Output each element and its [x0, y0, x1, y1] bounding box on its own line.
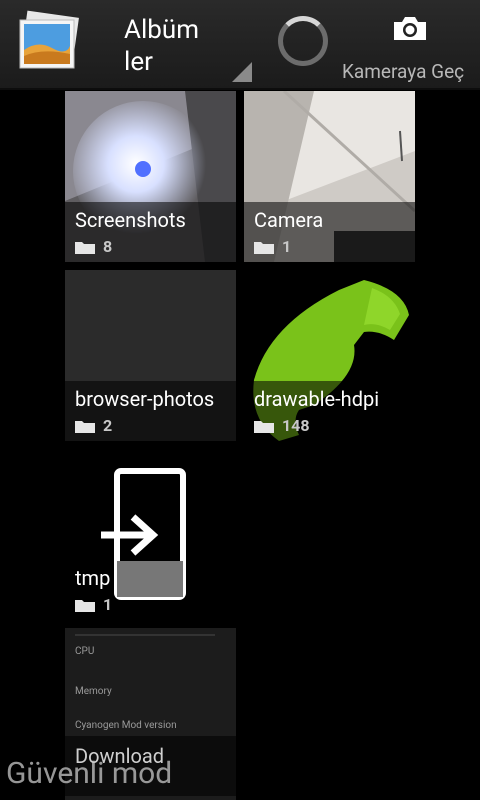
album-tile-drawable-hdpi[interactable]: drawable-hdpi 148 [244, 270, 415, 441]
albums-dropdown[interactable]: Albüm ler [124, 14, 199, 78]
gallery-app-icon[interactable] [16, 10, 82, 76]
album-count: 2 [103, 416, 113, 435]
switch-to-camera-button[interactable]: Kameraya Geç [342, 0, 480, 88]
title-line2: ler [124, 47, 153, 77]
album-count: 1 [282, 237, 292, 256]
album-name: Screenshots [75, 208, 186, 232]
album-tile-tmp[interactable]: tmp 1 [65, 449, 236, 620]
folder-icon [75, 599, 95, 612]
album-count-row: 148 [254, 416, 310, 435]
folder-icon [75, 241, 95, 254]
album-count: 8 [103, 237, 113, 256]
thumb-text-memory: Memory [75, 686, 112, 697]
album-name: drawable-hdpi [254, 387, 380, 411]
title-line1: Albüm [124, 15, 200, 45]
album-tile-camera[interactable]: Camera 1 [244, 91, 415, 262]
album-count-row: 8 [75, 237, 112, 256]
dropdown-indicator-icon [232, 62, 252, 82]
album-tile-screenshots[interactable]: Screenshots 8 [65, 91, 236, 262]
album-count-row: 1 [75, 595, 112, 614]
album-name: browser-photos [75, 387, 215, 411]
album-count-row: 1 [254, 237, 291, 256]
thumb-divider [75, 634, 215, 636]
album-tile-browser-photos[interactable]: browser-photos 2 [65, 270, 236, 441]
album-name: Camera [254, 208, 324, 232]
camera-icon [394, 17, 426, 40]
loading-spinner-icon [278, 16, 328, 66]
album-count: 1 [103, 595, 113, 614]
thumb-text-cpu: CPU [75, 646, 95, 657]
album-count: 148 [282, 416, 310, 435]
action-bar: Albüm ler Kameraya Geç [0, 0, 480, 90]
folder-icon [254, 241, 274, 254]
folder-icon [75, 420, 95, 433]
album-count-row: 2 [75, 416, 112, 435]
folder-icon [254, 420, 274, 433]
album-name: tmp [75, 566, 111, 590]
camera-label: Kameraya Geç [342, 60, 465, 83]
safe-mode-indicator: Güvenli mod [6, 756, 173, 791]
thumb-text-version: Cyanogen Mod version [75, 720, 177, 731]
